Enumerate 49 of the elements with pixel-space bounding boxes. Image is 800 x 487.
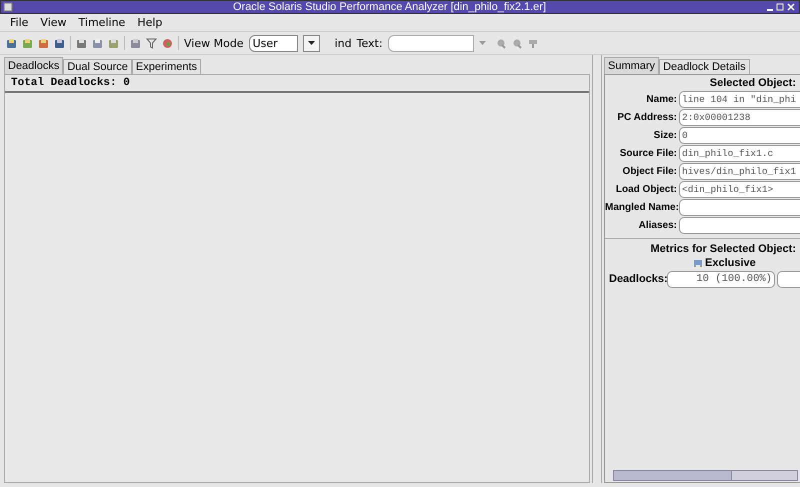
window-menu-icon[interactable]: [3, 2, 13, 12]
text-field[interactable]: hives/din_philo_fix1: [679, 162, 800, 180]
section-title: Metrics for Selected Object:: [650, 242, 797, 256]
section-title: Selected Object:: [708, 76, 797, 90]
menu-item[interactable]: Help: [137, 16, 162, 29]
view-mode-select[interactable]: User: [248, 34, 298, 52]
find-text-field[interactable]: [388, 34, 474, 52]
field-label: PC Address:: [616, 112, 678, 122]
find-label: ind: [334, 36, 352, 50]
close-icon[interactable]: [787, 2, 796, 12]
save-icon[interactable]: [54, 38, 65, 48]
splitter[interactable]: [592, 55, 602, 483]
metric-label: Deadlocks:: [608, 273, 667, 285]
metric-icon: [693, 258, 703, 268]
text-label: Text:: [356, 36, 383, 50]
tab[interactable]: Summary: [604, 57, 660, 74]
horizontal-scrollbar[interactable]: [613, 470, 798, 481]
menu-item[interactable]: View: [40, 16, 67, 29]
tab[interactable]: Deadlocks: [4, 57, 64, 74]
menu-item[interactable]: File: [10, 16, 28, 29]
text-field[interactable]: 0: [679, 126, 800, 144]
maximize-icon[interactable]: [776, 2, 785, 12]
tab[interactable]: Deadlock Details: [659, 59, 750, 74]
field-label: Size:: [652, 130, 678, 140]
text-field[interactable]: <din_philo_fix1>: [679, 180, 800, 198]
field-label: Source File:: [618, 148, 678, 158]
text-field[interactable]: [679, 216, 800, 234]
field-label: Mangled Name:: [605, 202, 679, 212]
window-title: Oracle Solaris Studio Performance Analyzer [din_philo_fix2.1.er]: [232, 1, 548, 13]
view-mode-label: View Mode: [184, 36, 244, 50]
text-field[interactable]: din_philo_fix1.c: [679, 144, 800, 162]
text-field[interactable]: line 104 in "din_phi: [679, 90, 800, 108]
column-header: Exclusive: [705, 257, 756, 269]
text-field[interactable]: [679, 198, 800, 216]
field-label: Aliases:: [638, 220, 678, 230]
record-icon[interactable]: [162, 38, 173, 48]
tab[interactable]: Experiments: [132, 59, 202, 74]
caret-icon: [308, 41, 315, 45]
caret-icon: [478, 41, 486, 45]
field-label: Load Object:: [614, 184, 678, 194]
menu-item[interactable]: Timeline: [78, 16, 126, 29]
text-field[interactable]: 2:0x00001238: [679, 108, 800, 126]
metric-value: 10 (100.00%): [667, 270, 775, 288]
tab[interactable]: Dual Source: [63, 59, 132, 74]
dropdown-button[interactable]: [302, 34, 320, 52]
filter-icon[interactable]: [146, 38, 157, 48]
field-label: Object File:: [622, 166, 678, 176]
metric-value: [777, 270, 800, 288]
field-label: Name:: [645, 94, 678, 104]
